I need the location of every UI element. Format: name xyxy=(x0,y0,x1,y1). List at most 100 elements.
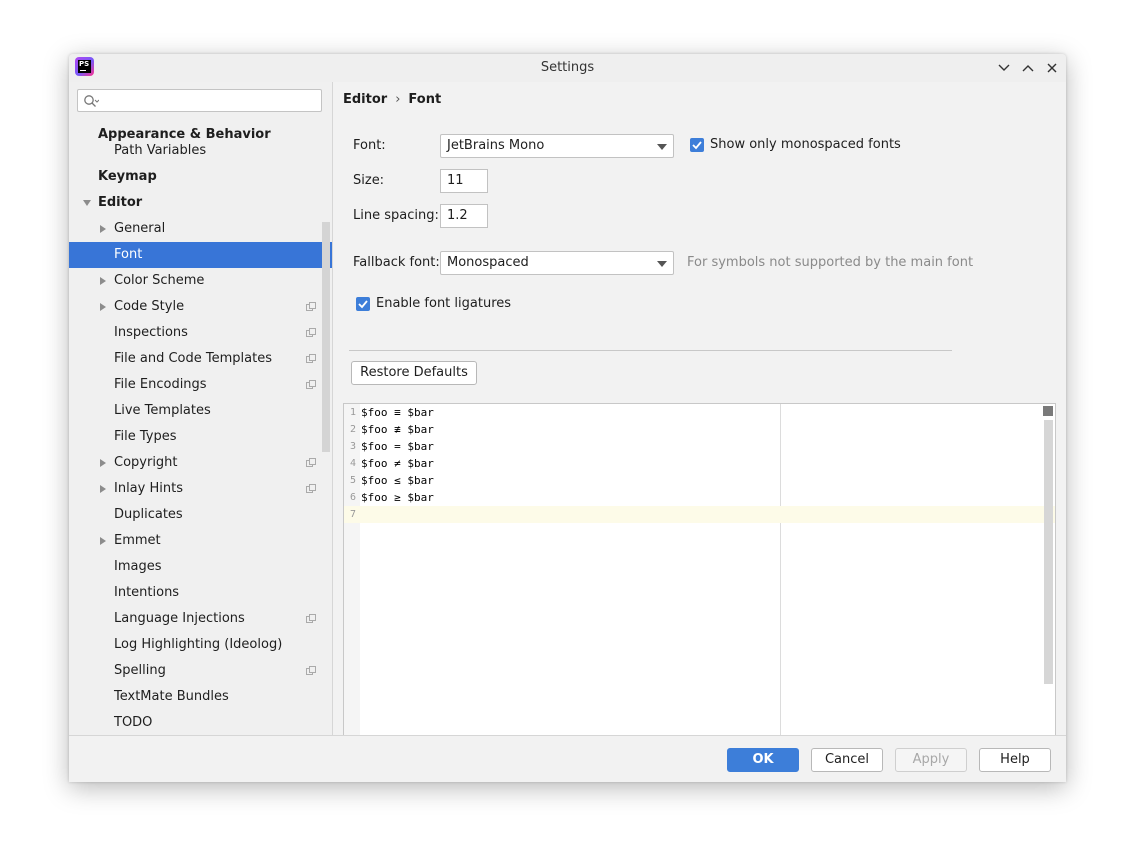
project-level-icon xyxy=(306,328,316,337)
checkmark-icon xyxy=(692,141,702,150)
expanded-arrow-icon[interactable] xyxy=(83,199,91,207)
sidebar-item-label: Spelling xyxy=(114,663,166,678)
breadcrumb-separator: › xyxy=(395,92,401,107)
sidebar-item-file-encodings[interactable]: File Encodings xyxy=(69,372,332,398)
line-number: 5 xyxy=(349,475,356,486)
sidebar-item-file-types[interactable]: File Types xyxy=(69,424,332,450)
line-number: 7 xyxy=(349,509,356,520)
sidebar-item-label: Inspections xyxy=(114,325,188,340)
font-combobox-value: JetBrains Mono xyxy=(447,138,545,153)
minimize-button[interactable] xyxy=(996,60,1012,76)
sidebar-item-editor[interactable]: Editor xyxy=(69,190,332,216)
sidebar-item-label: Font xyxy=(114,247,143,262)
maximize-button[interactable] xyxy=(1020,60,1036,76)
help-button[interactable]: Help xyxy=(979,748,1051,772)
code-text: $foo ≢ $bar xyxy=(361,423,434,436)
project-level-icon xyxy=(306,354,316,363)
collapsed-arrow-icon[interactable] xyxy=(99,277,107,285)
line-spacing-input[interactable]: 1.2 xyxy=(440,204,488,228)
breadcrumb: Editor › Font xyxy=(343,92,441,107)
sidebar-item-label: Live Templates xyxy=(114,403,211,418)
font-label: Font: xyxy=(353,138,386,153)
cancel-button[interactable]: Cancel xyxy=(811,748,883,772)
sidebar-item-inlay-hints[interactable]: Inlay Hints xyxy=(69,476,332,502)
collapsed-arrow-icon[interactable] xyxy=(99,537,107,545)
dialog-footer: OK Cancel Apply Help xyxy=(69,735,1066,782)
sidebar-item-intentions[interactable]: Intentions xyxy=(69,580,332,606)
sidebar-item-path-variables[interactable]: Path Variables xyxy=(69,138,332,164)
close-button[interactable] xyxy=(1044,60,1060,76)
sidebar-item-keymap[interactable]: Keymap xyxy=(69,164,332,190)
chevron-up-icon xyxy=(1022,65,1034,72)
sidebar-scrollbar[interactable] xyxy=(322,222,330,452)
size-input[interactable]: 11 xyxy=(440,169,488,193)
line-number: 3 xyxy=(349,441,356,452)
settings-window: PS Settings Appearance & Behavior Path V… xyxy=(69,54,1066,782)
fallback-font-label: Fallback font: xyxy=(353,255,440,270)
line-number: 4 xyxy=(349,458,356,469)
current-code-line: 7 xyxy=(344,506,1055,523)
sidebar-item-general[interactable]: General xyxy=(69,216,332,242)
code-text: $foo ≡ $bar xyxy=(361,406,434,419)
code-line: 2 $foo ≢ $bar xyxy=(344,421,1055,438)
code-line: 3 $foo = $bar xyxy=(344,438,1055,455)
collapsed-arrow-icon[interactable] xyxy=(99,485,107,493)
sidebar-item-label: Color Scheme xyxy=(114,273,205,288)
sidebar-item-label: Language Injections xyxy=(114,611,245,626)
sidebar-item-color-scheme[interactable]: Color Scheme xyxy=(69,268,332,294)
dropdown-arrow-icon xyxy=(657,261,667,267)
sidebar-item-live-templates[interactable]: Live Templates xyxy=(69,398,332,424)
ligatures-checkbox[interactable] xyxy=(356,297,370,311)
inspection-status-icon[interactable] xyxy=(1043,406,1053,416)
title-bar: PS Settings xyxy=(69,54,1066,82)
sidebar-item-label: Inlay Hints xyxy=(114,481,183,496)
code-line: 1 $foo ≡ $bar xyxy=(344,404,1055,421)
sidebar-item-spelling[interactable]: Spelling xyxy=(69,658,332,684)
sidebar-item-language-injections[interactable]: Language Injections xyxy=(69,606,332,632)
monospaced-only-label[interactable]: Show only monospaced fonts xyxy=(710,137,901,152)
code-line: 6 $foo ≥ $bar xyxy=(344,489,1055,506)
sidebar-item-file-and-code-templates[interactable]: File and Code Templates xyxy=(69,346,332,372)
code-text: $foo ≠ $bar xyxy=(361,457,434,470)
collapsed-arrow-icon[interactable] xyxy=(99,303,107,311)
sidebar-item-textmate-bundles[interactable]: TextMate Bundles xyxy=(69,684,332,710)
sidebar-item-duplicates[interactable]: Duplicates xyxy=(69,502,332,528)
line-number: 2 xyxy=(349,424,356,435)
ligatures-label[interactable]: Enable font ligatures xyxy=(376,296,511,311)
sidebar-item-label: Path Variables xyxy=(114,143,207,158)
fallback-font-combobox[interactable]: Monospaced xyxy=(440,251,674,275)
collapsed-arrow-icon[interactable] xyxy=(99,225,107,233)
breadcrumb-parent[interactable]: Editor xyxy=(343,92,387,107)
sidebar-item-copyright[interactable]: Copyright xyxy=(69,450,332,476)
line-number: 1 xyxy=(349,407,356,418)
monospaced-only-checkbox[interactable] xyxy=(690,138,704,152)
checkmark-icon xyxy=(358,300,368,309)
sidebar-item-label: File Types xyxy=(114,429,177,444)
size-input-value: 11 xyxy=(447,173,464,188)
sidebar-item-label: File Encodings xyxy=(114,377,207,392)
breadcrumb-current: Font xyxy=(408,92,442,107)
code-line: 4 $foo ≠ $bar xyxy=(344,455,1055,472)
sidebar-item-code-style[interactable]: Code Style xyxy=(69,294,332,320)
restore-defaults-button[interactable]: Restore Defaults xyxy=(351,361,477,385)
project-level-icon xyxy=(306,614,316,623)
code-text: $foo = $bar xyxy=(361,440,434,453)
sidebar-item-images[interactable]: Images xyxy=(69,554,332,580)
font-combobox[interactable]: JetBrains Mono xyxy=(440,134,674,158)
project-level-icon xyxy=(306,380,316,389)
fallback-font-hint: For symbols not supported by the main fo… xyxy=(687,255,974,270)
ok-button[interactable]: OK xyxy=(727,748,799,772)
font-preview-editor[interactable]: 1 $foo ≡ $bar 2 $foo ≢ $bar 3 $foo = $ba… xyxy=(343,403,1056,751)
sidebar-item-todo[interactable]: TODO xyxy=(69,710,332,736)
editor-scrollbar[interactable] xyxy=(1044,420,1053,684)
collapsed-arrow-icon[interactable] xyxy=(99,459,107,467)
dropdown-arrow-icon xyxy=(657,144,667,150)
sidebar-item-log-highlighting[interactable]: Log Highlighting (Ideolog) xyxy=(69,632,332,658)
sidebar-item-inspections[interactable]: Inspections xyxy=(69,320,332,346)
sidebar-item-emmet[interactable]: Emmet xyxy=(69,528,332,554)
sidebar-item-font[interactable]: Font xyxy=(69,242,332,268)
code-text: $foo ≤ $bar xyxy=(361,474,434,487)
sidebar-item-label: Code Style xyxy=(114,299,185,314)
search-input[interactable] xyxy=(77,89,322,112)
project-level-icon xyxy=(306,484,316,493)
